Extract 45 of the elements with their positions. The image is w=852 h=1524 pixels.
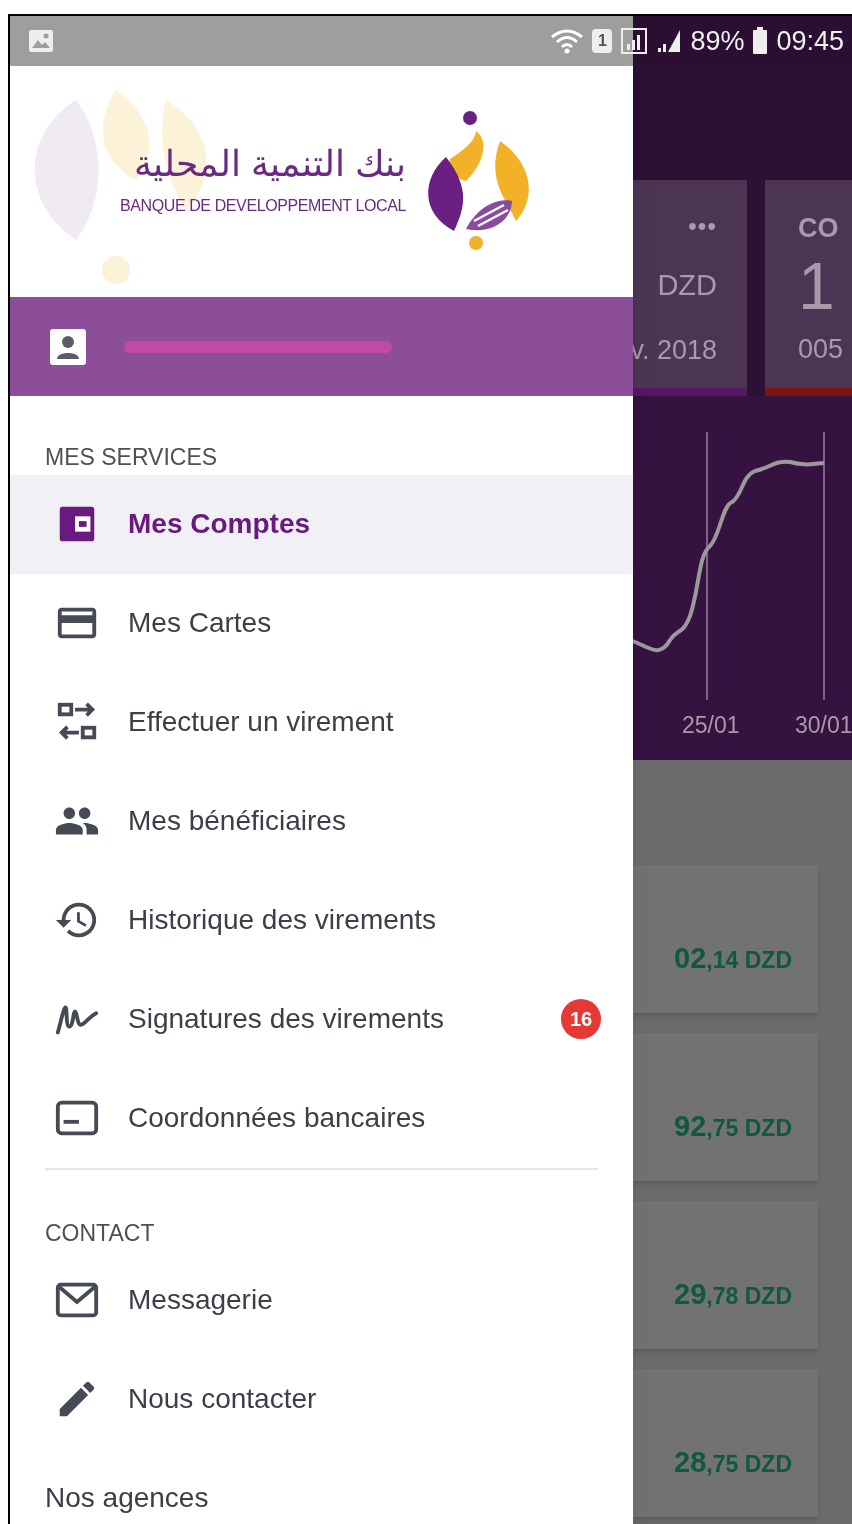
section-header: MES SERVICES [44,443,219,472]
wifi-icon [550,27,585,55]
menu-item[interactable]: Signatures des virements 16 [10,969,633,1069]
account-number: 005 [798,332,845,366]
menu-item[interactable]: Effectuer un virement [10,672,633,772]
menu-label: Historique des virements [128,903,437,937]
amount-text: 92,75 DZD [674,1109,792,1145]
logo-name: BANQUE DE DEVELOPPEMENT LOCAL [120,195,406,216]
amount-text: 02,14 DZD [674,941,792,977]
menu-item[interactable]: Nous contacter [10,1349,633,1448]
menu-label: Coordonnées bancaires [128,1101,426,1135]
logo-arabic-text: بنك التنمية المحلية [133,145,406,182]
clock: 09:45 [776,24,844,58]
menu-label: Nous contacter [128,1381,317,1416]
amount-text: 28,75 DZD [674,1445,792,1481]
menu-label: Effectuer un virement [128,705,394,739]
menu-item[interactable]: Mes Comptes [10,474,633,574]
card-value: 1 [798,252,836,319]
menu-label: Mes bénéficiaires [128,804,346,838]
menu-label: Mes Cartes [128,606,272,640]
date-label: 25/01 [682,711,740,740]
card-title: CO [798,212,840,245]
menu-label: Nos agences [45,1480,209,1515]
signal-icon [620,27,649,55]
date-label: 30/01 [795,711,852,740]
amount-text: 29,78 DZD [674,1277,792,1313]
signal-icon [656,28,683,54]
sim-badge: 1 [592,29,613,53]
currency-label: DZD [657,268,717,303]
menu-item[interactable]: Messagerie [10,1250,633,1349]
menu-item[interactable]: Historique des virements [10,870,633,970]
menu-item[interactable]: Coordonnées bancaires [10,1068,633,1168]
menu-item[interactable]: Mes bénéficiaires [10,771,633,871]
user-icon [50,328,86,365]
menu-item[interactable]: Nos agences [10,1448,633,1524]
menu-label: Mes Comptes [128,507,311,541]
menu-item[interactable]: Mes Cartes [10,573,633,673]
image-icon [28,29,54,53]
battery-icon [752,27,769,55]
battery-level: 89% [690,24,745,58]
more-icon[interactable]: ••• [688,208,717,244]
menu-label: Signatures des virements [128,1002,444,1036]
notification-badge: 16 [561,999,601,1039]
section-header: CONTACT [44,1218,156,1248]
menu-label: Messagerie [128,1282,273,1317]
